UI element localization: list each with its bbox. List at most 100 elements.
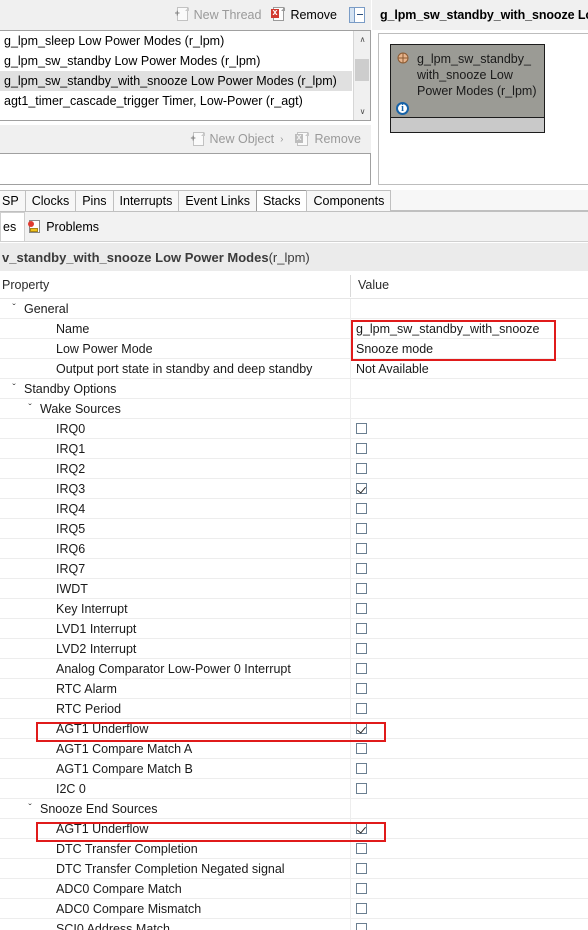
checkbox-unchecked[interactable]: [356, 703, 367, 714]
checkbox-unchecked[interactable]: [356, 623, 367, 634]
checkbox-unchecked[interactable]: [356, 683, 367, 694]
info-icon[interactable]: i: [396, 102, 409, 115]
cell-divider: [350, 339, 351, 359]
table-row[interactable]: IRQ6: [0, 539, 588, 559]
checkbox-unchecked[interactable]: [356, 923, 367, 930]
table-row[interactable]: Analog Comparator Low-Power 0 Interrupt: [0, 659, 588, 679]
checkbox-unchecked[interactable]: [356, 883, 367, 894]
table-row[interactable]: IRQ7: [0, 559, 588, 579]
object-list[interactable]: [0, 153, 371, 185]
table-row-group[interactable]: ˇ General: [0, 299, 588, 319]
checkbox-checked[interactable]: [356, 483, 367, 494]
tab-properties[interactable]: es: [0, 212, 26, 241]
property-name: IRQ5: [56, 522, 86, 536]
scrollbar-thumb[interactable]: [355, 59, 369, 81]
table-row[interactable]: Output port state in standby and deep st…: [0, 359, 588, 379]
checkbox-unchecked[interactable]: [356, 663, 367, 674]
table-row[interactable]: IRQ4: [0, 499, 588, 519]
checkbox-unchecked[interactable]: [356, 563, 367, 574]
checkbox-unchecked[interactable]: [356, 843, 367, 854]
table-row[interactable]: IRQ2: [0, 459, 588, 479]
table-row[interactable]: AGT1 Compare Match B: [0, 759, 588, 779]
checkbox-unchecked[interactable]: [356, 443, 367, 454]
tab-interrupts[interactable]: Interrupts: [112, 190, 180, 211]
cell-divider: [350, 719, 351, 739]
property-name: SCI0 Address Match: [56, 922, 170, 930]
table-row[interactable]: Key Interrupt: [0, 599, 588, 619]
cell-divider: [350, 799, 351, 819]
table-row[interactable]: SCI0 Address Match: [0, 919, 588, 930]
table-row-group[interactable]: ˇ Snooze End Sources: [0, 799, 588, 819]
checkbox-checked[interactable]: [356, 823, 367, 834]
checkbox-unchecked[interactable]: [356, 463, 367, 474]
remove-thread-button[interactable]: Remove: [271, 7, 337, 22]
scroll-up-icon[interactable]: ∧: [354, 31, 371, 48]
checkbox-unchecked[interactable]: [356, 503, 367, 514]
checkbox-unchecked[interactable]: [356, 863, 367, 874]
chevron-down-icon[interactable]: ˇ: [8, 299, 20, 319]
tab-pins[interactable]: Pins: [75, 190, 114, 211]
stack-canvas[interactable]: g_lpm_sw_standby_with_snooze Low Power M…: [378, 33, 588, 185]
table-row[interactable]: Name g_lpm_sw_standby_with_snooze: [0, 319, 588, 339]
table-row[interactable]: ADC0 Compare Mismatch: [0, 899, 588, 919]
property-value[interactable]: g_lpm_sw_standby_with_snooze: [356, 319, 539, 339]
tab-problems[interactable]: Problems: [25, 212, 107, 241]
checkbox-unchecked[interactable]: [356, 743, 367, 754]
checkbox-unchecked[interactable]: [356, 423, 367, 434]
stack-node[interactable]: g_lpm_sw_standby_with_snooze Low Power M…: [390, 44, 545, 133]
table-row[interactable]: IWDT: [0, 579, 588, 599]
list-item[interactable]: g_lpm_sleep Low Power Modes (r_lpm): [0, 31, 352, 51]
page-title-bold: v_standby_with_snooze Low Power Modes: [2, 249, 269, 265]
new-object-button[interactable]: + New Object ›: [191, 131, 286, 147]
property-value[interactable]: Snooze mode: [356, 339, 433, 359]
table-row[interactable]: AGT1 Compare Match A: [0, 739, 588, 759]
new-thread-button[interactable]: + New Thread: [175, 7, 261, 22]
property-name: I2C 0: [56, 782, 86, 796]
tab-components[interactable]: Components: [306, 190, 392, 211]
checkbox-unchecked[interactable]: [356, 603, 367, 614]
property-name: DTC Transfer Completion: [56, 842, 198, 856]
checkbox-unchecked[interactable]: [356, 903, 367, 914]
tab-bsp[interactable]: SP: [0, 190, 26, 211]
chevron-down-icon[interactable]: ˇ: [24, 399, 36, 419]
checkbox-unchecked[interactable]: [356, 583, 367, 594]
table-row[interactable]: AGT1 Underflow: [0, 819, 588, 839]
tab-stacks[interactable]: Stacks: [255, 190, 308, 211]
chevron-down-icon[interactable]: ˇ: [8, 379, 20, 399]
list-item[interactable]: agt1_timer_cascade_trigger Timer, Low-Po…: [0, 91, 352, 111]
table-row[interactable]: Low Power Mode Snooze mode: [0, 339, 588, 359]
table-row[interactable]: IRQ0: [0, 419, 588, 439]
table-row-group[interactable]: ˇ Wake Sources: [0, 399, 588, 419]
table-row[interactable]: DTC Transfer Completion Negated signal: [0, 859, 588, 879]
table-row[interactable]: AGT1 Underflow: [0, 719, 588, 739]
table-row[interactable]: I2C 0: [0, 779, 588, 799]
collapse-all-icon[interactable]: [349, 6, 365, 23]
scroll-down-icon[interactable]: ∨: [354, 103, 371, 120]
list-item-selected[interactable]: g_lpm_sw_standby_with_snooze Low Power M…: [0, 71, 352, 91]
table-row[interactable]: LVD2 Interrupt: [0, 639, 588, 659]
table-row[interactable]: IRQ5: [0, 519, 588, 539]
checkbox-checked[interactable]: [356, 723, 367, 734]
column-divider[interactable]: [350, 275, 351, 297]
property-value[interactable]: Not Available: [356, 359, 429, 379]
list-item[interactable]: g_lpm_sw_standby Low Power Modes (r_lpm): [0, 51, 352, 71]
checkbox-unchecked[interactable]: [356, 763, 367, 774]
tab-clocks[interactable]: Clocks: [24, 190, 77, 211]
checkbox-unchecked[interactable]: [356, 543, 367, 554]
table-row[interactable]: IRQ1: [0, 439, 588, 459]
tab-event-links[interactable]: Event Links: [178, 190, 257, 211]
table-row-group[interactable]: ˇ Standby Options: [0, 379, 588, 399]
checkbox-unchecked[interactable]: [356, 523, 367, 534]
chevron-down-icon[interactable]: ˇ: [24, 799, 36, 819]
checkbox-unchecked[interactable]: [356, 783, 367, 794]
table-row[interactable]: RTC Alarm: [0, 679, 588, 699]
table-row[interactable]: IRQ3: [0, 479, 588, 499]
remove-object-button[interactable]: Remove: [295, 131, 361, 147]
table-row[interactable]: ADC0 Compare Match: [0, 879, 588, 899]
thread-list-scrollbar[interactable]: ∧ ∨: [353, 31, 370, 120]
table-row[interactable]: RTC Period: [0, 699, 588, 719]
checkbox-unchecked[interactable]: [356, 643, 367, 654]
table-row[interactable]: LVD1 Interrupt: [0, 619, 588, 639]
cell-divider: [350, 559, 351, 579]
table-row[interactable]: DTC Transfer Completion: [0, 839, 588, 859]
